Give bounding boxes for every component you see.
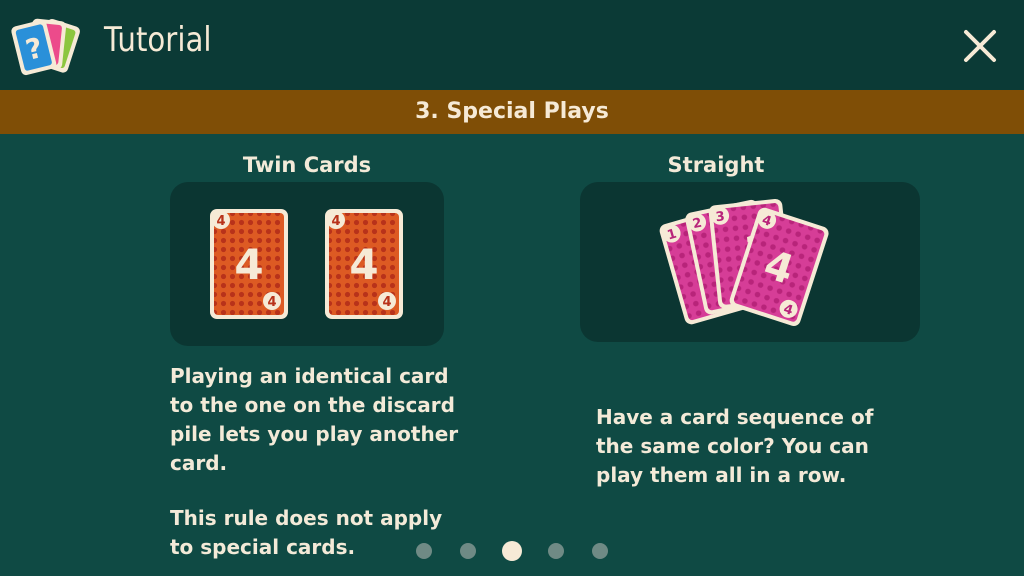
svg-text:4: 4 <box>382 295 391 310</box>
page-dot-active[interactable] <box>502 541 522 561</box>
svg-text:4: 4 <box>349 240 378 289</box>
svg-text:4: 4 <box>267 295 276 310</box>
twin-cards-description: Playing an identical card to the one on … <box>170 362 470 562</box>
question-cards-icon: ? <box>11 18 80 76</box>
twin-cards-panel: 4 4 4 4 4 4 <box>170 182 444 346</box>
close-icon <box>964 30 996 62</box>
svg-text:3: 3 <box>715 209 726 225</box>
page-dot[interactable] <box>548 543 564 559</box>
twin-cards-title: Twin Cards <box>242 153 372 177</box>
section-title: 3. Special Plays <box>415 99 609 124</box>
page-dot[interactable] <box>416 543 432 559</box>
header: ? Tutorial <box>0 0 1024 90</box>
pagination <box>410 540 620 562</box>
twin-cards-description-1: Playing an identical card to the one on … <box>170 364 459 475</box>
straight-panel: 1 2 3 3 4 4 4 <box>580 182 920 342</box>
page-title: Tutorial <box>104 20 212 60</box>
straight-illustration: 1 2 3 3 4 4 4 <box>658 198 831 328</box>
section-bar: 3. Special Plays <box>0 90 1024 134</box>
straight-description-text: Have a card sequence of the same color? … <box>596 405 874 487</box>
twin-card-1: 4 4 4 <box>210 209 288 319</box>
close-button[interactable] <box>956 22 1004 70</box>
page-dot[interactable] <box>460 543 476 559</box>
svg-text:4: 4 <box>216 214 225 229</box>
straight-description: Have a card sequence of the same color? … <box>596 403 916 490</box>
straight-title: Straight <box>667 153 765 177</box>
twin-card-2: 4 4 4 <box>325 209 403 319</box>
page-dot[interactable] <box>592 543 608 559</box>
twin-cards-illustration: 4 4 4 4 4 4 <box>210 209 403 319</box>
svg-text:4: 4 <box>331 214 340 229</box>
svg-text:4: 4 <box>234 240 263 289</box>
